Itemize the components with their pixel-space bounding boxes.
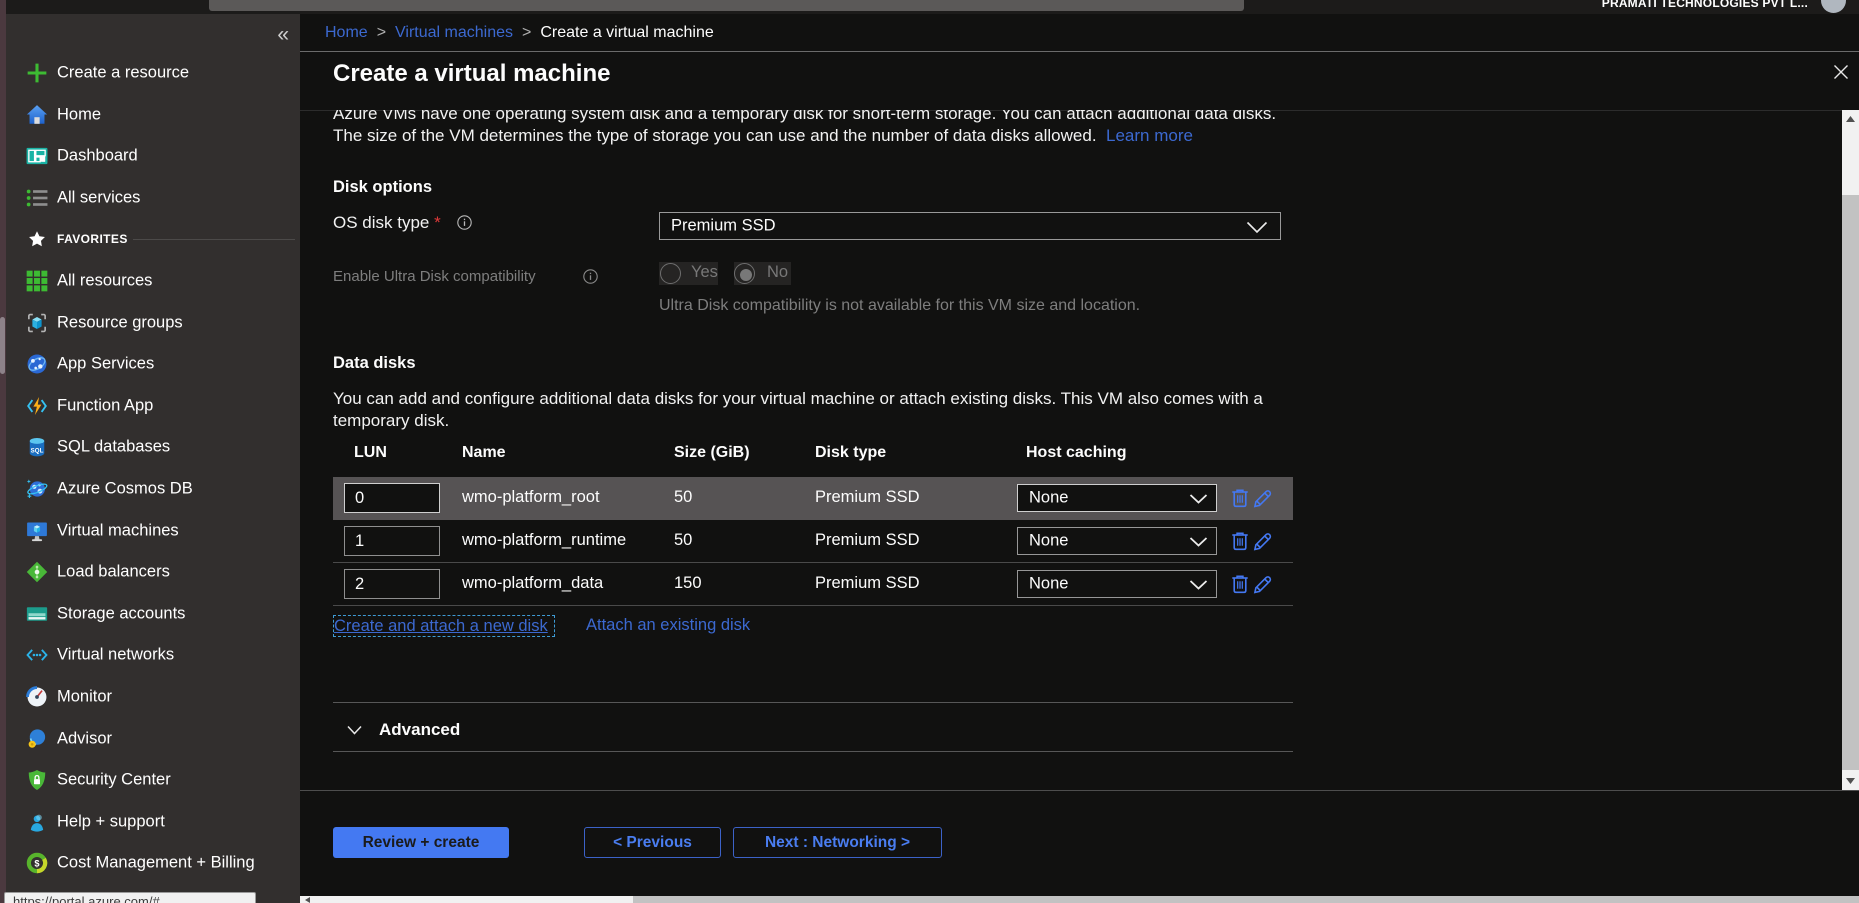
svg-text:SQL: SQL — [31, 448, 44, 455]
svg-text:$: $ — [34, 859, 39, 869]
